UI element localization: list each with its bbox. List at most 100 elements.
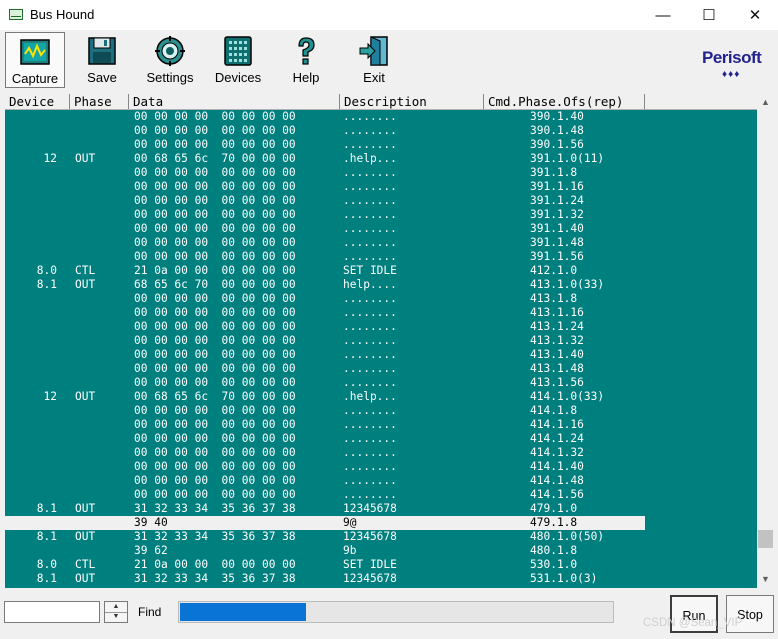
save-button[interactable]: Save <box>72 32 132 88</box>
cell-cmd-phase-ofs: 414.1.24 <box>530 432 584 445</box>
table-row[interactable]: 00 00 00 00 00 00 00 00........ 413.1.32 <box>5 334 645 348</box>
table-row[interactable]: 00 00 00 00 00 00 00 00........ 413.1.40 <box>5 348 645 362</box>
table-row[interactable]: 00 00 00 00 00 00 00 00........ 413.1.56 <box>5 376 645 390</box>
devices-button[interactable]: Devices <box>208 32 268 88</box>
table-row[interactable]: 00 00 00 00 00 00 00 00........ 391.1.8 <box>5 166 645 180</box>
cell-cmd-phase-ofs: 391.1.32 <box>530 208 584 221</box>
cell-phase: OUT <box>75 502 96 515</box>
cell-description: ........ <box>343 446 397 459</box>
cell-cmd-phase-ofs: 480.1.8 <box>530 544 578 557</box>
column-header-description[interactable]: Description <box>340 94 484 109</box>
perisoft-logo-dots: ♦♦♦ <box>722 69 741 80</box>
cell-data: 00 00 00 00 00 00 00 00 <box>134 194 296 207</box>
find-input[interactable] <box>4 601 100 623</box>
table-row[interactable]: 8.1 OUT 68 65 6c 70 00 00 00 00 help.... 413… <box>5 278 645 292</box>
cell-device: 8.0 <box>36 264 57 277</box>
table-row[interactable]: 39 62 9b 480.1.8 <box>5 544 645 558</box>
cell-cmd-phase-ofs: 414.1.56 <box>530 488 584 501</box>
table-row[interactable]: 00 00 00 00 00 00 00 00........ 413.1.8 <box>5 292 645 306</box>
table-row[interactable]: 8.0 CTL 21 0a 00 00 00 00 00 00 SET IDLE 530… <box>5 558 645 572</box>
column-header-row: Device Phase Data Description Cmd.Phase.… <box>5 94 757 110</box>
cell-description: ........ <box>343 194 397 207</box>
cell-cmd-phase-ofs: 413.1.8 <box>530 292 578 305</box>
cell-data: 31 32 33 34 35 36 37 38 <box>134 572 296 585</box>
cell-data: 39 40 <box>134 516 168 529</box>
cell-description: ........ <box>343 110 397 123</box>
table-row[interactable]: 00 00 00 00 00 00 00 00........ 414.1.40 <box>5 460 645 474</box>
column-header-data[interactable]: Data <box>129 94 340 109</box>
settings-button[interactable]: Settings <box>140 32 200 88</box>
scroll-down-arrow-icon[interactable]: ▼ <box>757 571 774 588</box>
table-row[interactable]: 00 00 00 00 00 00 00 00........ 413.1.48 <box>5 362 645 376</box>
table-row[interactable]: 12 OUT 00 68 65 6c 70 00 00 00 .help... 391.… <box>5 152 645 166</box>
cell-description: ........ <box>343 320 397 333</box>
table-row[interactable]: 00 00 00 00 00 00 00 00........ 414.1.56 <box>5 488 645 502</box>
spinner-down-icon[interactable]: ▼ <box>105 612 127 622</box>
cell-description: ........ <box>343 488 397 501</box>
column-header-device[interactable]: Device <box>5 94 70 109</box>
cell-cmd-phase-ofs: 414.1.40 <box>530 460 584 473</box>
cell-cmd-phase-ofs: 530.1.0 <box>530 558 578 571</box>
devices-label: Devices <box>214 70 262 85</box>
table-row-selected[interactable]: 39 40 9@ 479.1.8 <box>5 516 645 530</box>
cell-device: 8.0 <box>36 558 57 571</box>
table-row[interactable]: 00 00 00 00 00 00 00 00........ 390.1.56 <box>5 138 645 152</box>
cell-description: ........ <box>343 376 397 389</box>
table-row[interactable]: 00 00 00 00 00 00 00 00........ 391.1.40 <box>5 222 645 236</box>
cell-data: 31 32 33 34 35 36 37 38 <box>134 502 296 515</box>
table-row[interactable]: 8.0 CTL 21 0a 00 00 00 00 00 00 SET IDLE 412… <box>5 264 645 278</box>
table-row[interactable]: 00 00 00 00 00 00 00 00........ 391.1.32 <box>5 208 645 222</box>
cell-data: 00 00 00 00 00 00 00 00 <box>134 180 296 193</box>
scroll-up-arrow-icon[interactable]: ▲ <box>757 94 774 111</box>
cell-data: 00 00 00 00 00 00 00 00 <box>134 362 296 375</box>
column-header-phase[interactable]: Phase <box>70 94 129 109</box>
table-row[interactable]: 00 00 00 00 00 00 00 00........ 414.1.24 <box>5 432 645 446</box>
cell-cmd-phase-ofs: 413.1.56 <box>530 376 584 389</box>
cell-phase: OUT <box>75 152 96 165</box>
cell-data: 00 00 00 00 00 00 00 00 <box>134 488 296 501</box>
cell-description: SET IDLE <box>343 264 397 277</box>
cell-cmd-phase-ofs: 413.1.32 <box>530 334 584 347</box>
help-label: Help <box>292 70 320 85</box>
cell-cmd-phase-ofs: 391.1.8 <box>530 166 578 179</box>
table-row[interactable]: 00 00 00 00 00 00 00 00........ 391.1.56 <box>5 250 645 264</box>
table-row[interactable]: 8.1 OUT 31 32 33 34 35 36 37 38 12345678 480… <box>5 530 645 544</box>
cell-description: ........ <box>343 166 397 179</box>
table-row[interactable]: 00 00 00 00 00 00 00 00........ 390.1.48 <box>5 124 645 138</box>
table-row[interactable]: 00 00 00 00 00 00 00 00........ 414.1.16 <box>5 418 645 432</box>
cell-data: 00 00 00 00 00 00 00 00 <box>134 348 296 361</box>
cell-data: 00 00 00 00 00 00 00 00 <box>134 236 296 249</box>
table-row[interactable]: 00 00 00 00 00 00 00 00........ 390.1.40 <box>5 110 645 124</box>
exit-icon <box>359 36 388 66</box>
minimize-button[interactable]: — <box>640 0 686 30</box>
settings-label: Settings <box>146 70 194 85</box>
table-row[interactable]: 00 00 00 00 00 00 00 00........ 414.1.32 <box>5 446 645 460</box>
find-spinner[interactable]: ▲ ▼ <box>104 601 128 623</box>
capture-button[interactable]: Capture <box>5 32 65 88</box>
cell-data: 00 00 00 00 00 00 00 00 <box>134 306 296 319</box>
table-row[interactable]: 00 00 00 00 00 00 00 00........ 413.1.24 <box>5 320 645 334</box>
cell-description: ........ <box>343 418 397 431</box>
cell-data: 00 00 00 00 00 00 00 00 <box>134 320 296 333</box>
table-row[interactable]: 00 00 00 00 00 00 00 00........ 391.1.24 <box>5 194 645 208</box>
maximize-button[interactable]: ☐ <box>686 0 732 30</box>
table-row[interactable]: 8.1 OUT 31 32 33 34 35 36 37 38 12345678 531… <box>5 572 645 586</box>
table-row[interactable]: 00 00 00 00 00 00 00 00........ 414.1.8 <box>5 404 645 418</box>
cell-data: 00 00 00 00 00 00 00 00 <box>134 250 296 263</box>
help-button[interactable]: Help <box>276 32 336 88</box>
save-icon <box>88 37 116 65</box>
cell-data: 00 00 00 00 00 00 00 00 <box>134 404 296 417</box>
table-row[interactable]: 12 OUT 00 68 65 6c 70 00 00 00 .help... 414.… <box>5 390 645 404</box>
cell-cmd-phase-ofs: 413.1.48 <box>530 362 584 375</box>
table-row[interactable]: 00 00 00 00 00 00 00 00........ 391.1.16 <box>5 180 645 194</box>
capture-data-grid[interactable]: 00 00 00 00 00 00 00 00........ 390.1.40 0… <box>5 110 757 588</box>
close-button[interactable]: ✕ <box>732 0 778 30</box>
table-row[interactable]: 00 00 00 00 00 00 00 00........ 391.1.48 <box>5 236 645 250</box>
column-header-cmd-phase-ofs[interactable]: Cmd.Phase.Ofs(rep) <box>484 94 645 109</box>
scrollbar-thumb[interactable] <box>758 530 773 548</box>
exit-button[interactable]: Exit <box>344 32 404 88</box>
table-row[interactable]: 00 00 00 00 00 00 00 00........ 413.1.16 <box>5 306 645 320</box>
vertical-scrollbar[interactable]: ▲ ▼ <box>757 94 774 588</box>
table-row[interactable]: 00 00 00 00 00 00 00 00........ 414.1.48 <box>5 474 645 488</box>
table-row[interactable]: 8.1 OUT 31 32 33 34 35 36 37 38 12345678 479… <box>5 502 645 516</box>
